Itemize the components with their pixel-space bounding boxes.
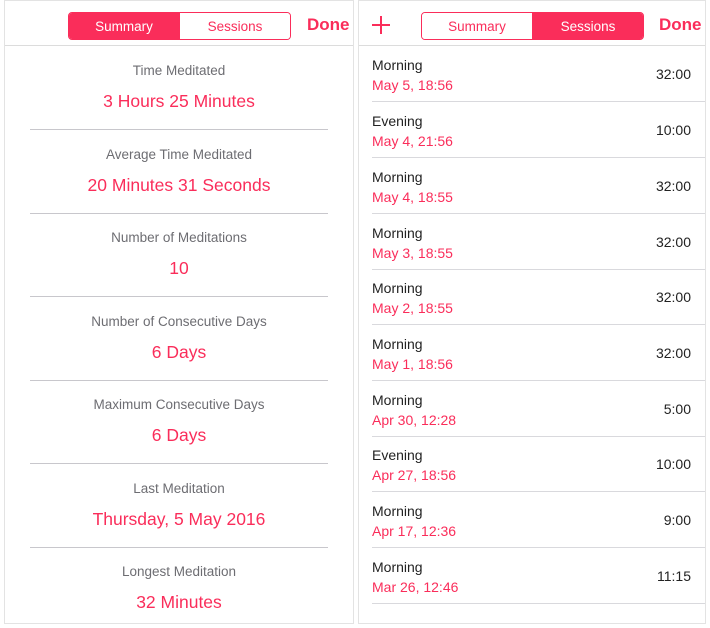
stat-value: 6 Days [151,425,207,445]
session-name: Morning [372,225,423,241]
stat-label: Number of Meditations [111,230,247,245]
session-row[interactable]: Morning May 4, 18:55 32:00 [359,158,705,214]
summary-navbar: Summary Sessions Done [5,1,353,46]
session-name: Evening [372,113,423,129]
stat-longest-meditation: Longest Meditation 32 Minutes [5,547,353,623]
session-name: Morning [372,280,423,296]
session-row[interactable]: Morning May 3, 18:55 32:00 [359,214,705,270]
session-row[interactable]: Evening May 4, 21:56 10:00 [359,102,705,158]
session-name: Morning [372,559,423,575]
session-date: May 1, 18:56 [372,356,453,372]
session-date: May 5, 18:56 [372,77,453,93]
session-row[interactable]: Morning Mar 26, 12:46 11:15 [359,548,705,604]
divider [372,603,705,604]
segment-summary[interactable]: Summary [69,13,179,39]
stat-time-meditated: Time Meditated 3 Hours 25 Minutes [5,46,353,130]
stat-last-meditation: Last Meditation Thursday, 5 May 2016 [5,464,353,548]
session-row[interactable]: Morning May 1, 18:56 32:00 [359,325,705,381]
stat-average-time: Average Time Meditated 20 Minutes 31 Sec… [5,130,353,214]
session-duration: 32:00 [655,289,691,305]
session-date: Apr 17, 12:36 [372,523,457,539]
segment-sessions[interactable]: Sessions [532,13,643,39]
stat-max-consecutive-days: Maximum Consecutive Days 6 Days [5,380,353,464]
stat-label: Maximum Consecutive Days [93,397,265,412]
stat-label: Last Meditation [133,481,225,496]
session-duration: 32:00 [655,66,691,82]
session-row[interactable]: Evening Apr 27, 18:56 10:00 [359,436,705,492]
session-date: May 4, 18:55 [372,189,453,205]
session-row[interactable]: Morning May 5, 18:56 32:00 [359,46,705,102]
stat-label: Average Time Meditated [105,147,253,162]
session-date: Apr 30, 12:28 [372,412,457,428]
sessions-screen: Summary Sessions Done Morning May 5, 18:… [358,0,706,624]
session-row[interactable]: Morning May 2, 18:55 32:00 [359,269,705,325]
segment-summary[interactable]: Summary [422,13,532,39]
session-name: Morning [372,336,423,352]
session-name: Morning [372,503,423,519]
session-row[interactable]: Morning Apr 17, 12:36 9:00 [359,492,705,548]
done-button[interactable]: Done [307,15,350,35]
stat-value: 20 Minutes 31 Seconds [87,175,271,195]
session-duration: 11:15 [657,568,691,584]
stat-label: Time Meditated [132,63,226,78]
summary-screen: Summary Sessions Done Time Meditated 3 H… [4,0,354,624]
session-duration: 5:00 [663,401,691,417]
session-duration: 9:00 [663,512,691,528]
stat-value: 32 Minutes [136,592,222,612]
done-button[interactable]: Done [659,15,702,35]
session-name: Morning [372,392,423,408]
session-name: Evening [372,447,423,463]
session-date: May 2, 18:55 [372,300,453,316]
session-duration: 32:00 [655,178,691,194]
stat-consecutive-days: Number of Consecutive Days 6 Days [5,297,353,381]
stat-value: 3 Hours 25 Minutes [103,91,255,111]
stat-label: Number of Consecutive Days [91,314,267,329]
stat-label: Longest Meditation [121,564,237,579]
stat-value: 6 Days [151,342,207,362]
session-name: Morning [372,57,423,73]
segment-sessions[interactable]: Sessions [179,13,290,39]
session-name: Morning [372,169,423,185]
stat-value: Thursday, 5 May 2016 [92,509,266,529]
session-duration: 10:00 [655,456,691,472]
session-date: May 3, 18:55 [372,245,453,261]
session-row[interactable]: Morning Apr 30, 12:28 5:00 [359,381,705,437]
session-date: May 4, 21:56 [372,133,453,149]
session-date: Mar 26, 12:46 [372,579,459,595]
session-duration: 32:00 [655,345,691,361]
stat-value: 10 [169,258,189,278]
session-date: Apr 27, 18:56 [372,467,457,483]
stat-number-of-meditations: Number of Meditations 10 [5,213,353,297]
sessions-segmented-control[interactable]: Summary Sessions [421,12,644,40]
session-duration: 10:00 [655,122,691,138]
plus-icon[interactable] [371,15,391,35]
summary-segmented-control[interactable]: Summary Sessions [68,12,291,40]
sessions-navbar: Summary Sessions Done [359,1,705,46]
session-duration: 32:00 [655,234,691,250]
